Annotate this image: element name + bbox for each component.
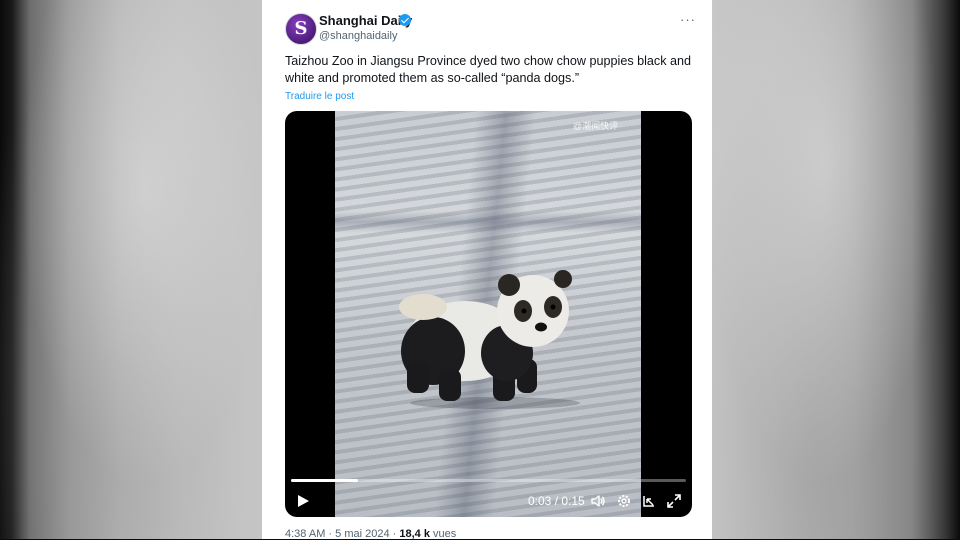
panda-dog-image xyxy=(399,270,580,409)
video-player[interactable]: @潮闻快评 0:03 / 0:15 xyxy=(285,111,692,517)
post-date[interactable]: 5 mai 2024 xyxy=(335,528,389,540)
tweet-meta: 4:38 AM · 5 mai 2024 · 18,4 k vues xyxy=(285,528,456,540)
tweet-card: S Shanghai Daily @shanghaidaily ··· Taiz… xyxy=(262,0,712,540)
picture-in-picture-icon[interactable] xyxy=(641,493,657,509)
avatar-letter: S xyxy=(294,18,308,39)
play-icon[interactable] xyxy=(295,493,311,509)
avatar[interactable]: S xyxy=(285,13,317,45)
blurred-background-right xyxy=(712,0,960,539)
video-time: 0:03 / 0:15 xyxy=(528,494,585,508)
translate-post-link[interactable]: Traduire le post xyxy=(285,91,354,102)
meta-separator: · xyxy=(325,528,336,540)
author-handle[interactable]: @shanghaidaily xyxy=(319,30,397,42)
volume-icon[interactable] xyxy=(590,493,606,509)
video-watermark: @潮闻快评 xyxy=(573,121,619,131)
video-progress-bar[interactable] xyxy=(291,479,686,482)
verified-badge-icon xyxy=(399,14,411,26)
views-label: vues xyxy=(429,528,457,540)
more-options-icon[interactable]: ··· xyxy=(678,12,698,28)
video-frame[interactable]: @潮闻快评 xyxy=(335,111,641,517)
video-progress-fill xyxy=(291,479,359,482)
views-count: 18,4 k xyxy=(399,528,430,540)
tweet-text: Taizhou Zoo in Jiangsu Province dyed two… xyxy=(285,54,692,85)
blurred-background-left xyxy=(0,0,262,539)
meta-separator: · xyxy=(389,528,400,540)
post-time[interactable]: 4:38 AM xyxy=(285,528,325,540)
fullscreen-icon[interactable] xyxy=(666,493,682,509)
settings-gear-icon[interactable] xyxy=(616,493,632,509)
